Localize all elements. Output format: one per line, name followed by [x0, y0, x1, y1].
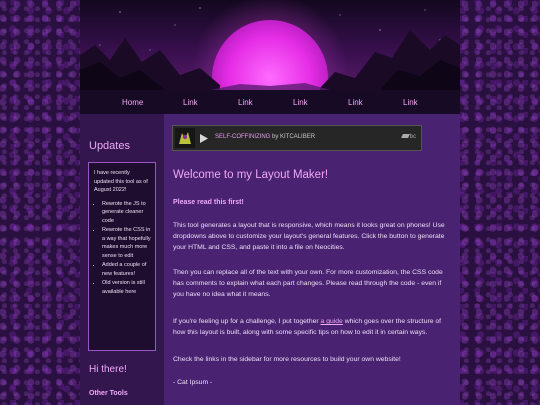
nav-link-4[interactable]: Link — [348, 98, 363, 107]
bandcamp-label: bc — [409, 134, 416, 140]
nav-home-link[interactable]: Home — [122, 98, 143, 107]
nav-link-1[interactable]: Link — [183, 98, 198, 107]
guide-link[interactable]: a guide — [321, 318, 343, 325]
guide-text-before: If you're feeling up for a challenge, I … — [173, 318, 321, 325]
play-icon — [200, 133, 208, 143]
update-item: Added a couple of new features! — [102, 261, 151, 278]
signature-text: - Cat Ipsum - — [173, 379, 213, 386]
layout-container: Home Link Link Link Link Link Updates I … — [80, 0, 460, 405]
customization-paragraph: Then you can replace all of the text wit… — [173, 269, 443, 299]
album-art — [175, 128, 195, 148]
nav-link-5[interactable]: Link — [403, 98, 418, 107]
bandcamp-player[interactable]: SELF-COFFINIZING by KITCALIBER bc — [172, 125, 422, 151]
track-title[interactable]: SELF-COFFINIZING — [215, 134, 270, 140]
read-first-heading: Please read this first! — [173, 199, 244, 206]
updates-intro-text: I have recently updated this tool as of … — [94, 170, 148, 194]
nav-link-2[interactable]: Link — [238, 98, 253, 107]
update-item: Rewrote the CSS in a way that hopefully … — [102, 226, 151, 260]
track-artist: by KITCALIBER — [270, 134, 316, 140]
page-title: Welcome to my Layout Maker! — [173, 169, 329, 181]
play-button[interactable] — [198, 132, 210, 144]
update-item: Old version is still available here — [102, 279, 151, 296]
sidebar-hi-heading: Hi there! — [89, 364, 127, 375]
update-item: Rewrote the JS to generate cleaner code — [102, 200, 151, 226]
main-content-area: SELF-COFFINIZING by KITCALIBER bc Welcom… — [164, 114, 460, 405]
intro-paragraph: This tool generates a layout that is res… — [173, 222, 445, 252]
top-navbar: Home Link Link Link Link Link — [80, 90, 460, 114]
sidebar-other-tools-heading: Other Tools — [89, 390, 128, 397]
sidebar-links-paragraph: Check the links in the sidebar for more … — [173, 356, 401, 363]
track-info: SELF-COFFINIZING by KITCALIBER — [215, 134, 315, 140]
nav-link-3[interactable]: Link — [293, 98, 308, 107]
updates-box: I have recently updated this tool as of … — [88, 162, 156, 351]
bandcamp-logo-icon[interactable]: bc — [400, 134, 416, 140]
sidebar: Updates I have recently updated this too… — [80, 114, 164, 405]
guide-paragraph: If you're feeling up for a challenge, I … — [173, 316, 453, 338]
sidebar-updates-heading: Updates — [89, 140, 130, 152]
header-banner-image — [80, 0, 460, 90]
updates-list: Rewrote the JS to generate cleaner code … — [94, 200, 151, 297]
